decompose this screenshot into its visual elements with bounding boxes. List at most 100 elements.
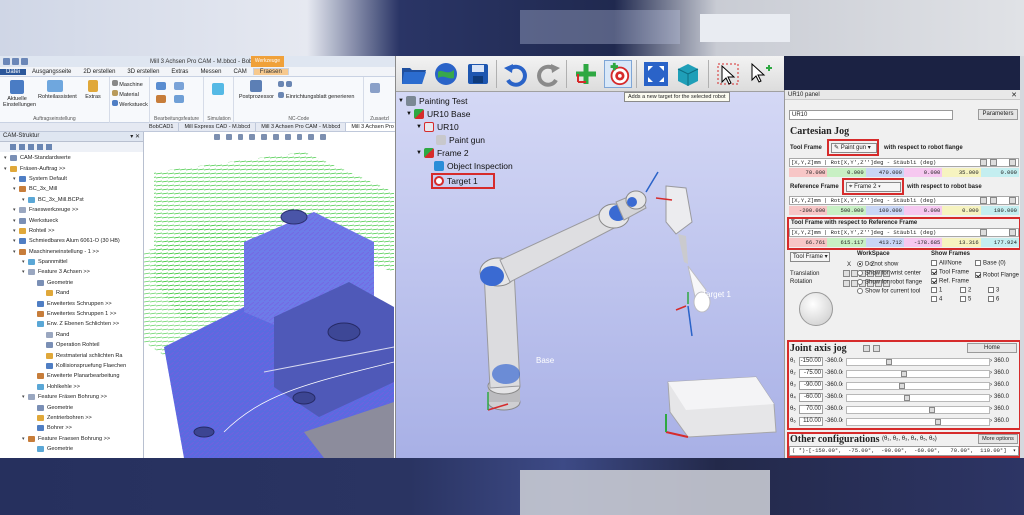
cam-tree-item[interactable]: Geometrie [0, 402, 143, 412]
tree-item-paint-gun[interactable]: Paint gun [436, 135, 485, 145]
tree-item-ur10-base[interactable]: ▼ UR10 Base [406, 109, 470, 119]
ref-y[interactable]: 500.000 [827, 206, 866, 215]
cam-tree-item[interactable]: Rand [0, 330, 143, 340]
tab-2d-erstellen[interactable]: 2D erstellen [77, 69, 121, 75]
show-frame-1[interactable]: 1 [931, 287, 942, 294]
cam-tree-item[interactable]: ▾ Fraeswerkzeuge >> [0, 205, 143, 215]
joint-value-field[interactable]: 110.00 [799, 417, 823, 426]
ref-rz[interactable]: 180.000 [980, 206, 1019, 215]
cam-tree-item[interactable]: Rand [0, 288, 143, 298]
tool-z[interactable]: 470.000 [865, 168, 904, 177]
tab-messen[interactable]: Messen [194, 69, 227, 75]
cam-tree-item[interactable]: ▾ Werkstueck [0, 215, 143, 225]
joint-slider[interactable] [846, 418, 990, 426]
pan-icon[interactable] [249, 134, 256, 140]
tree-item-object-inspection[interactable]: Object Inspection [434, 161, 513, 171]
tab-ausgangsseite[interactable]: Ausgangsseite [26, 69, 77, 75]
chevron-left-icon[interactable]: ‹ [841, 358, 843, 364]
zoom-icon[interactable] [237, 134, 244, 140]
add-reference-frame-icon[interactable] [572, 60, 600, 88]
copy-icon[interactable] [863, 345, 870, 352]
feature2-button[interactable] [173, 82, 184, 92]
show-frames-ref[interactable]: Ref. Frame [931, 278, 969, 285]
tab-fraesen[interactable]: Fraesen [252, 68, 289, 75]
jog-x-minus-button[interactable] [843, 270, 850, 277]
cam-tree-item[interactable]: Erweitertes Schruppen >> [0, 298, 143, 308]
chevron-right-icon[interactable]: › [990, 358, 992, 364]
app-icon[interactable] [3, 58, 10, 65]
show-frame-5[interactable]: 5 [960, 296, 971, 303]
tool-icon[interactable] [37, 144, 43, 150]
joint-value-field[interactable]: -150.00 [799, 357, 823, 366]
fit-icon[interactable] [261, 134, 267, 140]
show-frame-3[interactable]: 3 [988, 287, 999, 294]
cam-tree-item[interactable]: Kollisionspruefung Flaechen [0, 361, 143, 371]
slider-thumb[interactable] [901, 371, 907, 377]
tool-icon[interactable] [10, 144, 16, 150]
show-frames-base[interactable]: Base (0) [975, 260, 1006, 267]
joint-slider[interactable] [846, 382, 990, 390]
layer-icon[interactable] [320, 134, 326, 140]
undo-icon[interactable] [21, 58, 28, 65]
doc-tab[interactable]: Mill Express CAD - M.bbcd [179, 123, 257, 131]
nc-icon[interactable] [278, 81, 285, 87]
joint-value-field[interactable]: -75.00 [799, 369, 823, 378]
more-options-button[interactable]: More options [978, 434, 1018, 444]
workspace-option-wrist[interactable]: Show for wrist center [857, 270, 921, 277]
tree-item-station[interactable]: ▼ Painting Test [398, 96, 467, 106]
workspace-option-tool[interactable]: Show for current tool [857, 288, 920, 295]
save-icon[interactable] [12, 58, 19, 65]
cam-tree-item[interactable]: ▾ Feature 3 Achsen >> [0, 267, 143, 277]
wire-icon[interactable] [296, 134, 303, 140]
undo-icon[interactable] [502, 60, 530, 88]
postprozessor-button[interactable]: Postprozessor [238, 80, 274, 100]
doc-tab[interactable]: Mill 3 Achsen Pro CAM - M.bbcd [256, 123, 347, 131]
cube-icon[interactable] [308, 134, 315, 140]
cam-tree-item[interactable]: Erweitertes Schruppen 1 >> [0, 309, 143, 319]
cam-tree-item[interactable]: ▾ System Default [0, 174, 143, 184]
cam-tree-item[interactable]: ▾ Spannmittel [0, 257, 143, 267]
select-cursor-icon[interactable] [714, 60, 742, 88]
tree-item-frame2[interactable]: ▼ Frame 2 [416, 148, 469, 158]
joint-value-field[interactable]: -60.00 [799, 393, 823, 402]
quick-access-toolbar[interactable] [0, 58, 28, 65]
cam-tree-item[interactable]: Geometrie [0, 444, 143, 454]
chevron-right-icon[interactable]: › [990, 418, 992, 424]
doc-tab-active[interactable]: Mill 3 Achsen Pro CAM - M.bbcd [346, 123, 395, 131]
slider-thumb[interactable] [929, 407, 935, 413]
chevron-right-icon[interactable]: › [990, 406, 992, 412]
cam-tree-item[interactable]: Erweiterte Planarbearbeitung [0, 371, 143, 381]
zusaetzl-button[interactable] [370, 83, 381, 95]
slider-thumb[interactable] [899, 383, 905, 389]
tool-icon[interactable] [28, 144, 34, 150]
cam-tree-item[interactable]: ▾ BC_3x_Mill.BCPst [0, 195, 143, 205]
parameters-button[interactable]: Parameters [978, 109, 1018, 120]
cad-viewport[interactable] [144, 132, 395, 458]
cam-tree-item[interactable]: Zentrierbohren >> [0, 413, 143, 423]
joint-slider[interactable] [846, 358, 990, 366]
cam-tree-item[interactable]: ▾ CAM-Standardwerte [0, 153, 143, 163]
joint-value-field[interactable]: -90.00 [799, 381, 823, 390]
chevron-left-icon[interactable]: ‹ [841, 418, 843, 424]
cam-tree-item[interactable]: ▾ Fräsen-Auftrag >> [0, 163, 143, 173]
material-button[interactable]: Material [111, 90, 139, 98]
chevron-left-icon[interactable]: ‹ [841, 394, 843, 400]
tab-3d-erstellen[interactable]: 3D erstellen [121, 69, 165, 75]
chevron-right-icon[interactable]: › [990, 394, 992, 400]
show-frames-flange[interactable]: Robot Flange [975, 272, 1019, 279]
slider-thumb[interactable] [935, 419, 941, 425]
chevron-left-icon[interactable]: ‹ [841, 382, 843, 388]
joint-slider[interactable] [846, 394, 990, 402]
save-icon[interactable] [464, 60, 492, 88]
joint-slider[interactable] [846, 370, 990, 378]
ref-rx[interactable]: 0.000 [903, 206, 943, 215]
select-icon[interactable] [214, 134, 220, 140]
joint-value-field[interactable]: 70.00 [799, 405, 823, 414]
tab-cam[interactable]: CAM [227, 69, 252, 75]
show-frames-tool[interactable]: Tool Frame [931, 269, 969, 276]
werkstueck-button[interactable]: Werkstueck [111, 100, 148, 108]
open-icon[interactable] [400, 60, 428, 88]
show-frame-6[interactable]: 6 [988, 296, 999, 303]
paste-icon[interactable] [873, 345, 880, 352]
cam-tree-item[interactable]: Bohrer >> [0, 423, 143, 433]
